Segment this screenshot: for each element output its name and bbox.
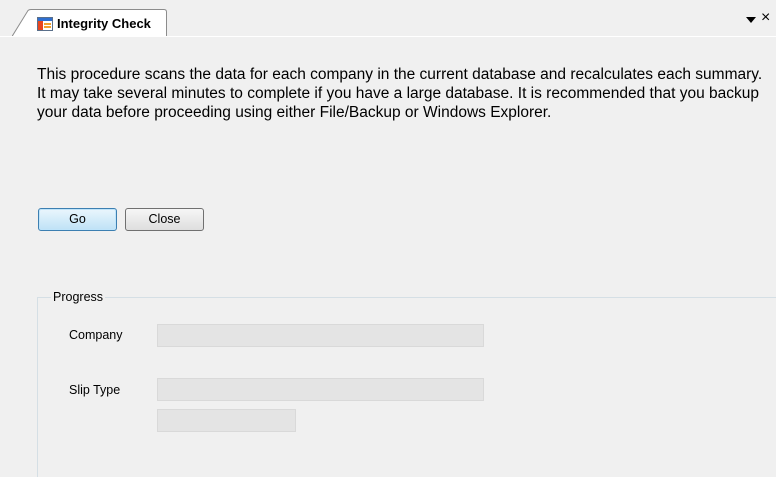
company-field <box>157 324 484 347</box>
close-button[interactable]: Close <box>125 208 204 231</box>
slip-type-field <box>157 378 484 401</box>
tab-title: Integrity Check <box>57 16 151 31</box>
document-tab-strip: Integrity Check × <box>0 0 776 37</box>
count-field <box>157 409 296 432</box>
procedure-description: This procedure scans the data for each c… <box>37 66 763 121</box>
progress-group-legend: Progress <box>51 290 106 304</box>
go-button[interactable]: Go <box>38 208 117 231</box>
chevron-down-icon[interactable] <box>745 15 757 25</box>
close-icon[interactable]: × <box>761 8 770 28</box>
window-form-icon <box>37 17 53 31</box>
tab-integrity-check[interactable]: Integrity Check <box>12 9 167 37</box>
tab-strip-divider <box>0 36 776 37</box>
company-label: Company <box>69 328 123 342</box>
slip-type-label: Slip Type <box>69 383 121 397</box>
